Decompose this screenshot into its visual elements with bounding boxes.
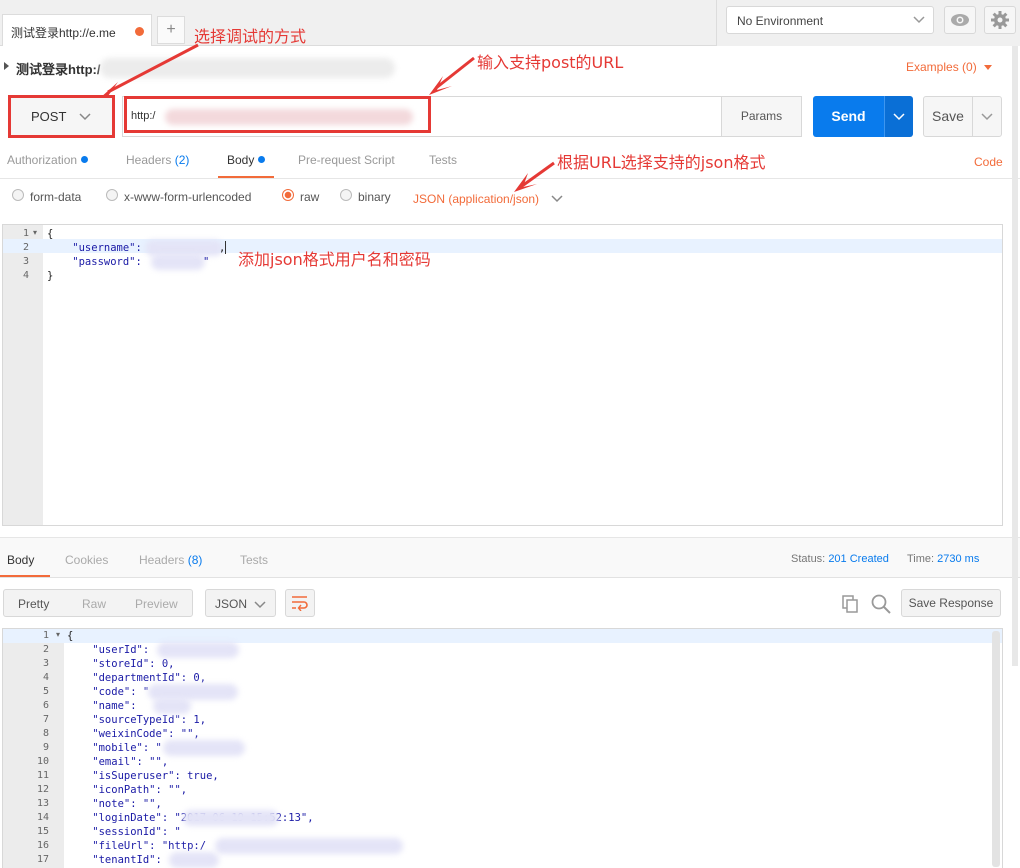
annotation-arrows [100, 43, 555, 192]
